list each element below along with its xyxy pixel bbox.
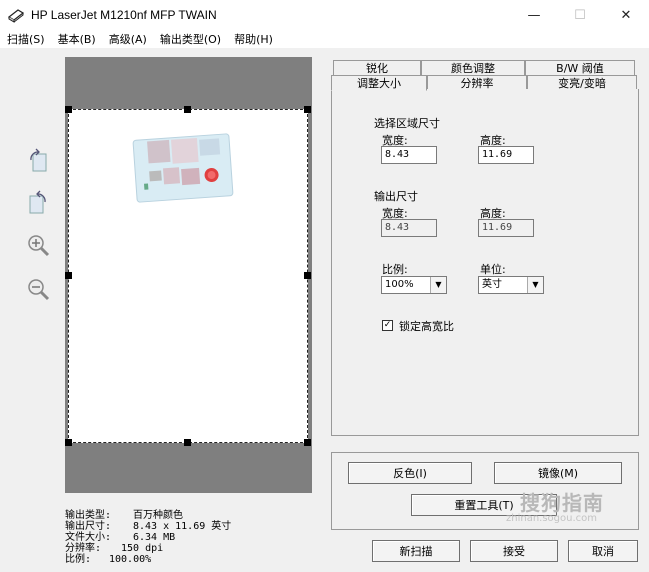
rotate-right-icon — [29, 190, 46, 214]
minimize-button[interactable]: — — [511, 0, 557, 30]
zoom-out-button[interactable] — [24, 276, 52, 302]
menu-output-type[interactable]: 输出类型(O) — [153, 31, 227, 47]
zoom-in-button[interactable] — [24, 232, 52, 258]
resize-handle-left[interactable] — [65, 272, 72, 279]
output-size-title: 输出尺寸 — [374, 190, 418, 203]
resize-handle-top-right[interactable] — [304, 106, 311, 113]
new-scan-button[interactable]: 新扫描 — [372, 540, 460, 562]
accept-button[interactable]: 接受 — [470, 540, 558, 562]
watermark-url: zhinan.sogou.com — [506, 513, 598, 524]
sel-width-input[interactable]: 8.43 — [381, 146, 437, 164]
chevron-down-icon: ▼ — [430, 277, 446, 293]
lock-ratio-label: 锁定高宽比 — [399, 320, 454, 333]
info-row: 文件大小: 6.34 MB — [65, 532, 176, 543]
menu-scan[interactable]: 扫描(S) — [0, 31, 51, 47]
unit-label: 单位: — [480, 263, 506, 276]
tab-resolution[interactable]: 分辨率 — [427, 75, 527, 90]
menu-help[interactable]: 帮助(H) — [227, 31, 279, 47]
tab-bw-threshold[interactable]: B/W 阈值 — [525, 60, 635, 75]
menu-basic[interactable]: 基本(B) — [51, 31, 102, 47]
info-row: 输出尺寸: 8.43 x 11.69 英寸 — [65, 521, 232, 532]
tab-row-front: 调整大小 分辨率 变亮/变暗 — [331, 75, 637, 91]
resize-handle-bottom-right[interactable] — [304, 439, 311, 446]
resize-panel: 选择区域尺寸 宽度: 高度: 8.43 11.69 输出尺寸 宽度: 高度: 8… — [331, 89, 639, 436]
menu-bar: 扫描(S) 基本(B) 高级(A) 输出类型(O) 帮助(H) — [0, 30, 649, 48]
scale-select-value: 100% — [385, 279, 414, 290]
resize-handle-bottom-left[interactable] — [65, 439, 72, 446]
resize-handle-top-left[interactable] — [65, 106, 72, 113]
maximize-button[interactable]: ☐ — [557, 0, 603, 30]
selection-frame[interactable] — [68, 109, 308, 443]
info-row: 输出类型: 百万种颜色 — [65, 510, 183, 521]
scanner-app-icon — [8, 9, 24, 23]
tab-sharpen[interactable]: 锐化 — [333, 60, 421, 75]
window-title: HP LaserJet M1210nf MFP TWAIN — [31, 8, 217, 22]
tab-color-adjust[interactable]: 颜色调整 — [421, 60, 525, 75]
menu-advanced[interactable]: 高级(A) — [102, 31, 153, 47]
scale-select[interactable]: 100% ▼ — [381, 276, 447, 294]
rotate-left-icon — [30, 148, 47, 172]
info-row: 分辨率: 150 dpi — [65, 543, 164, 554]
cancel-button[interactable]: 取消 — [568, 540, 638, 562]
tab-row-back: 锐化 颜色调整 B/W 阈值 — [333, 60, 635, 75]
scale-label: 比例: — [382, 263, 408, 276]
close-button[interactable]: ✕ — [603, 0, 649, 30]
resize-handle-bottom[interactable] — [184, 439, 191, 446]
invert-button[interactable]: 反色(I) — [348, 462, 472, 484]
zoom-out-icon — [28, 279, 50, 301]
watermark-logo: 搜狗指南 — [520, 491, 604, 515]
selection-size-title: 选择区域尺寸 — [374, 117, 440, 130]
rotate-right-button[interactable] — [24, 190, 52, 216]
info-row: 比例: 100.00% — [65, 554, 152, 565]
sel-height-input[interactable]: 11.69 — [478, 146, 534, 164]
chevron-down-icon: ▼ — [527, 277, 543, 293]
mirror-button[interactable]: 镜像(M) — [494, 462, 622, 484]
unit-select-value: 英寸 — [482, 279, 502, 290]
title-bar: HP LaserJet M1210nf MFP TWAIN — ☐ ✕ — [0, 0, 649, 30]
resize-handle-right[interactable] — [304, 272, 311, 279]
tab-resize[interactable]: 调整大小 — [331, 75, 427, 91]
tab-brightness[interactable]: 变亮/变暗 — [527, 75, 637, 90]
resize-handle-top[interactable] — [184, 106, 191, 113]
out-height-field: 11.69 — [478, 219, 534, 237]
unit-select[interactable]: 英寸 ▼ — [478, 276, 544, 294]
out-width-field: 8.43 — [381, 219, 437, 237]
zoom-in-icon — [28, 235, 50, 257]
rotate-left-button[interactable] — [24, 148, 52, 174]
lock-ratio-checkbox[interactable]: ✓ — [382, 320, 393, 331]
scan-preview[interactable] — [65, 57, 312, 493]
scan-info: 输出类型: 百万种颜色 输出尺寸: 8.43 x 11.69 英寸 文件大小: 6.3… — [65, 510, 231, 565]
